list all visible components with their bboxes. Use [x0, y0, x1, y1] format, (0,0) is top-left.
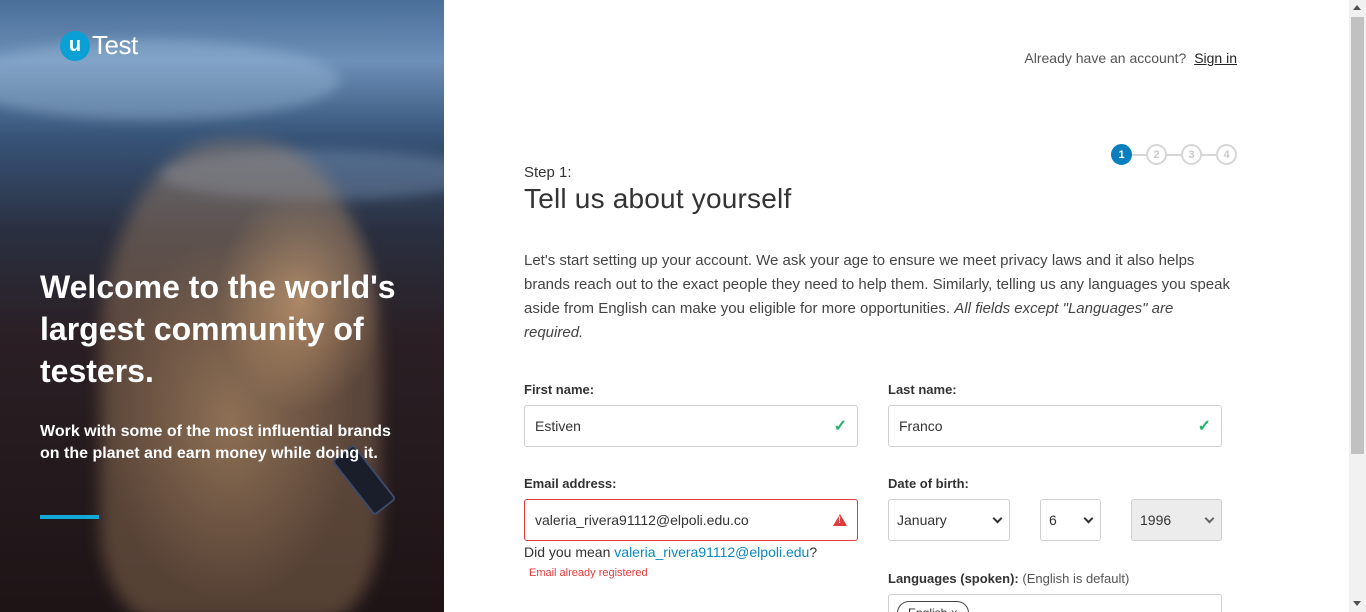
- hero-accent-rule: [40, 515, 99, 519]
- scroll-up-arrow-icon[interactable]: [1353, 5, 1361, 10]
- first-name-field[interactable]: Estiven ✓: [524, 405, 858, 447]
- languages-note: (English is default): [1022, 571, 1130, 586]
- last-name-field[interactable]: Franco ✓: [888, 405, 1222, 447]
- dob-month-value: January: [897, 512, 947, 528]
- language-chip[interactable]: English ×: [897, 601, 969, 612]
- last-name-label: Last name:: [888, 382, 957, 397]
- dob-day-value: 6: [1049, 512, 1057, 528]
- email-error-message: Email already registered: [529, 567, 648, 579]
- email-suggestion-link[interactable]: valeria_rivera91112@elpoli.edu: [614, 544, 809, 560]
- email-suggestion: Did you mean valeria_rivera91112@elpoli.…: [524, 544, 817, 560]
- step-label: Step 1:: [524, 164, 572, 181]
- step-connector: [1167, 153, 1181, 156]
- page-title: Tell us about yourself: [524, 183, 792, 214]
- step-connector: [1202, 153, 1216, 156]
- chevron-down-icon: [992, 513, 1003, 523]
- dob-year-select[interactable]: 1996: [1131, 499, 1222, 541]
- check-icon: ✓: [1197, 418, 1211, 435]
- email-value: valeria_rivera91112@elpoli.edu.co: [535, 512, 749, 528]
- dob-year-value: 1996: [1140, 512, 1172, 528]
- progress-stepper: 1 2 3 4: [1111, 144, 1237, 165]
- dob-month-select[interactable]: January: [888, 499, 1010, 541]
- logo-text: Test: [92, 30, 138, 60]
- chevron-down-icon: [1204, 513, 1215, 523]
- signin-link[interactable]: Sign in: [1194, 50, 1237, 66]
- logo-badge: u: [60, 30, 90, 61]
- chevron-down-icon: [1083, 513, 1094, 523]
- page-scrollbar[interactable]: [1349, 0, 1366, 612]
- email-label: Email address:: [524, 476, 617, 491]
- already-account-text: Already have an account?: [1024, 50, 1187, 66]
- step-4-indicator: 4: [1216, 144, 1237, 165]
- hero-panel: u Test Welcome to the world's largest co…: [0, 0, 444, 612]
- intro-paragraph: Let's start setting up your account. We …: [524, 249, 1236, 345]
- dob-day-select[interactable]: 6: [1040, 499, 1101, 541]
- step-3-indicator: 3: [1181, 144, 1202, 165]
- hero-title: Welcome to the world's largest community…: [40, 269, 396, 389]
- step-2-indicator: 2: [1146, 144, 1167, 165]
- step-1-indicator: 1: [1111, 144, 1132, 165]
- languages-label-text: Languages (spoken):: [888, 571, 1019, 586]
- step-connector: [1132, 153, 1146, 156]
- dob-label: Date of birth:: [888, 476, 969, 491]
- hero-cloud: [0, 40, 340, 120]
- suggest-prefix: Did you mean: [524, 544, 611, 560]
- first-name-label: First name:: [524, 382, 595, 397]
- scrollbar-thumb[interactable]: [1351, 17, 1364, 454]
- languages-field[interactable]: English ×: [888, 594, 1222, 612]
- warning-icon: [833, 514, 847, 526]
- signin-row: Already have an account? Sign in: [1024, 50, 1237, 66]
- suggest-suffix: ?: [809, 544, 818, 560]
- utest-logo[interactable]: u Test: [60, 30, 138, 61]
- email-field[interactable]: valeria_rivera91112@elpoli.edu.co: [524, 499, 858, 541]
- first-name-value: Estiven: [535, 418, 581, 434]
- hero-subtitle: Work with some of the most influential b…: [40, 423, 391, 462]
- last-name-value: Franco: [899, 418, 943, 434]
- languages-label: Languages (spoken): (English is default): [888, 571, 1129, 586]
- scroll-down-arrow-icon[interactable]: [1353, 601, 1361, 606]
- check-icon: ✓: [833, 418, 847, 435]
